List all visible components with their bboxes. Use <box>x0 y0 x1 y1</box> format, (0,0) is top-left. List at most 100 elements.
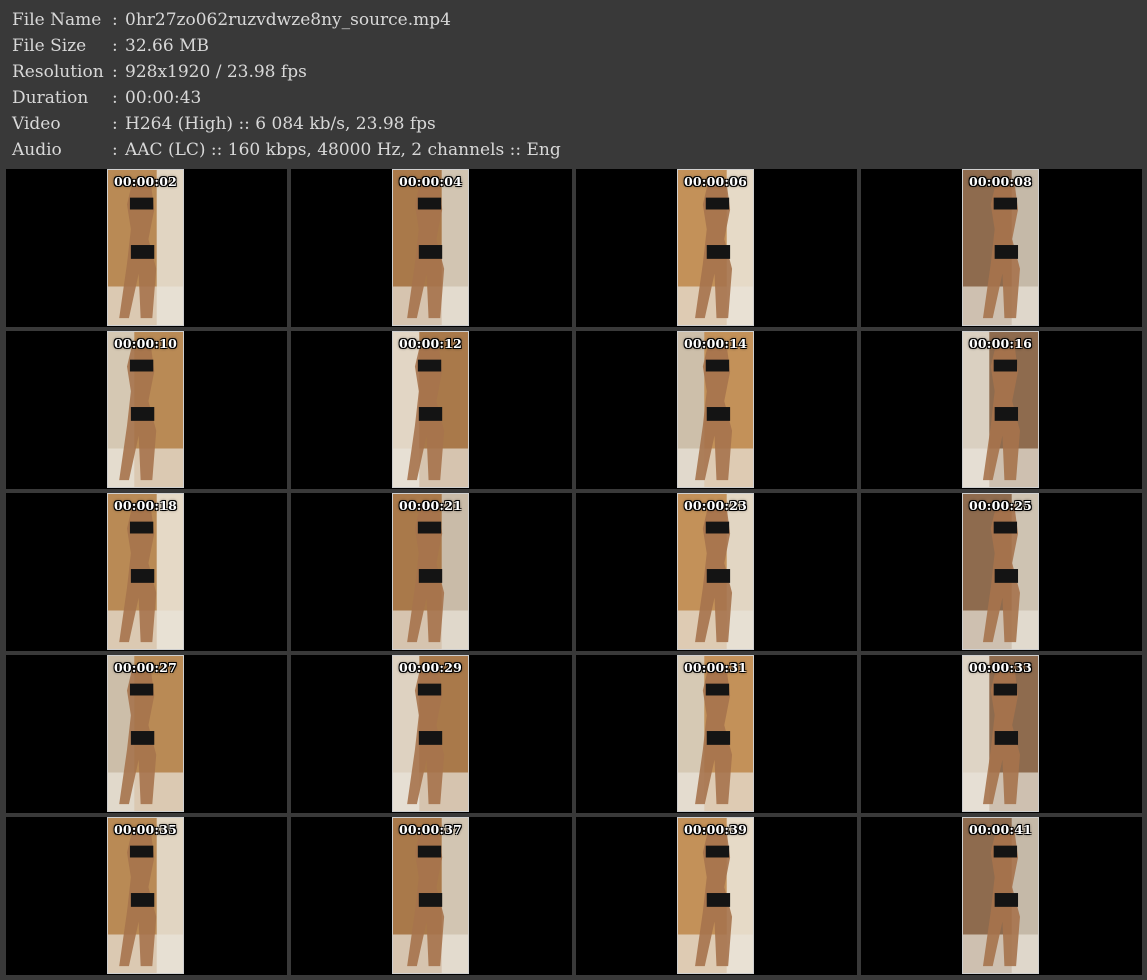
video-frame-thumbnail: 00:00:31 <box>677 655 754 812</box>
info-row-audio: Audio : AAC (LC) :: 160 kbps, 48000 Hz, … <box>12 137 1132 163</box>
info-row-resolution: Resolution : 928x1920 / 23.98 fps <box>12 59 1132 85</box>
frame-dark-shape-top <box>129 359 154 372</box>
frame-dark-shape-top <box>417 521 442 534</box>
frame-dark-shape-bottom <box>706 731 731 745</box>
frame-dark-shape-top <box>705 845 730 858</box>
video-frame-thumbnail: 00:00:39 <box>677 817 754 974</box>
frame-dark-shape-bottom <box>706 245 731 259</box>
frame-dark-shape-top <box>417 197 442 210</box>
frame-dark-shape-top <box>417 359 442 372</box>
video-frame-thumbnail: 00:00:25 <box>962 493 1039 650</box>
info-separator: : <box>112 140 118 160</box>
frame-dark-shape-top <box>129 683 154 696</box>
thumbnail-cell: 00:00:33 <box>861 655 1142 813</box>
frame-lower-area <box>963 286 1038 325</box>
video-frame-thumbnail: 00:00:04 <box>392 169 469 326</box>
frame-dark-shape-top <box>705 521 730 534</box>
frame-image <box>678 332 753 487</box>
thumbnail-cell: 00:00:27 <box>6 655 287 813</box>
thumbnail-cell: 00:00:18 <box>6 493 287 651</box>
thumbnail-cell: 00:00:16 <box>861 331 1142 489</box>
thumbnail-cell: 00:00:04 <box>291 169 572 327</box>
info-value-file-size: 32.66 MB <box>125 36 209 56</box>
info-separator: : <box>112 36 118 56</box>
frame-dark-shape-bottom <box>706 407 731 421</box>
frame-dark-shape-bottom <box>706 893 731 907</box>
info-row-file-name: File Name : 0hr27zo062ruzvdwze8ny_source… <box>12 7 1132 33</box>
info-separator: : <box>112 10 118 30</box>
timestamp-label: 00:00:33 <box>968 660 1032 675</box>
video-frame-thumbnail: 00:00:08 <box>962 169 1039 326</box>
frame-dark-shape-top <box>993 683 1018 696</box>
timestamp-label: 00:00:08 <box>968 174 1032 189</box>
info-row-video: Video : H264 (High) :: 6 084 kb/s, 23.98… <box>12 111 1132 137</box>
video-frame-thumbnail: 00:00:33 <box>962 655 1039 812</box>
info-value-resolution: 928x1920 / 23.98 fps <box>125 62 307 82</box>
frame-dark-shape-bottom <box>130 731 155 745</box>
info-label: Video <box>12 114 61 134</box>
video-frame-thumbnail: 00:00:18 <box>107 493 184 650</box>
frame-image <box>108 332 183 487</box>
thumbnail-cell: 00:00:12 <box>291 331 572 489</box>
thumbnail-cell: 00:00:37 <box>291 817 572 975</box>
frame-lower-area <box>963 934 1038 973</box>
thumbnail-cell: 00:00:25 <box>861 493 1142 651</box>
info-separator: : <box>112 62 118 82</box>
frame-dark-shape-top <box>705 359 730 372</box>
video-frame-thumbnail: 00:00:35 <box>107 817 184 974</box>
info-label: File Size <box>12 36 87 56</box>
thumbnail-cell: 00:00:21 <box>291 493 572 651</box>
frame-image <box>108 818 183 973</box>
frame-image <box>393 656 468 811</box>
timestamp-label: 00:00:23 <box>683 498 747 513</box>
frame-dark-shape-bottom <box>706 569 731 583</box>
video-frame-thumbnail: 00:00:37 <box>392 817 469 974</box>
video-frame-thumbnail: 00:00:41 <box>962 817 1039 974</box>
timestamp-label: 00:00:21 <box>398 498 462 513</box>
info-label: Audio <box>12 140 62 160</box>
thumbnail-cell: 00:00:35 <box>6 817 287 975</box>
frame-image <box>963 332 1038 487</box>
info-separator: : <box>112 88 118 108</box>
frame-dark-shape-top <box>129 845 154 858</box>
video-frame-thumbnail: 00:00:23 <box>677 493 754 650</box>
video-frame-thumbnail: 00:00:06 <box>677 169 754 326</box>
thumbnail-cell: 00:00:41 <box>861 817 1142 975</box>
thumbnail-cell: 00:00:02 <box>6 169 287 327</box>
video-frame-thumbnail: 00:00:14 <box>677 331 754 488</box>
info-label: Duration <box>12 88 89 108</box>
timestamp-label: 00:00:18 <box>113 498 177 513</box>
frame-dark-shape-top <box>705 197 730 210</box>
frame-image <box>678 818 753 973</box>
info-value-video: H264 (High) :: 6 084 kb/s, 23.98 fps <box>125 114 436 134</box>
frame-dark-shape-bottom <box>994 245 1019 259</box>
timestamp-label: 00:00:35 <box>113 822 177 837</box>
frame-image <box>393 494 468 649</box>
frame-image <box>963 656 1038 811</box>
frame-dark-shape-bottom <box>994 731 1019 745</box>
frame-dark-shape-top <box>993 359 1018 372</box>
video-frame-thumbnail: 00:00:02 <box>107 169 184 326</box>
frame-image <box>963 494 1038 649</box>
frame-lower-area <box>963 448 1038 487</box>
frame-dark-shape-top <box>993 197 1018 210</box>
frame-dark-shape-bottom <box>418 731 443 745</box>
timestamp-label: 00:00:41 <box>968 822 1032 837</box>
frame-image <box>393 818 468 973</box>
video-frame-thumbnail: 00:00:16 <box>962 331 1039 488</box>
info-label: Resolution <box>12 62 104 82</box>
video-frame-thumbnail: 00:00:12 <box>392 331 469 488</box>
frame-dark-shape-top <box>417 683 442 696</box>
frame-dark-shape-bottom <box>130 893 155 907</box>
video-frame-thumbnail: 00:00:21 <box>392 493 469 650</box>
frame-dark-shape-bottom <box>994 407 1019 421</box>
info-row-file-size: File Size : 32.66 MB <box>12 33 1132 59</box>
video-frame-thumbnail: 00:00:10 <box>107 331 184 488</box>
frame-dark-shape-top <box>129 521 154 534</box>
frame-dark-shape-bottom <box>994 893 1019 907</box>
timestamp-label: 00:00:27 <box>113 660 177 675</box>
frame-dark-shape-bottom <box>130 245 155 259</box>
thumbnail-cell: 00:00:08 <box>861 169 1142 327</box>
thumbnail-cell: 00:00:23 <box>576 493 857 651</box>
frame-dark-shape-bottom <box>130 407 155 421</box>
